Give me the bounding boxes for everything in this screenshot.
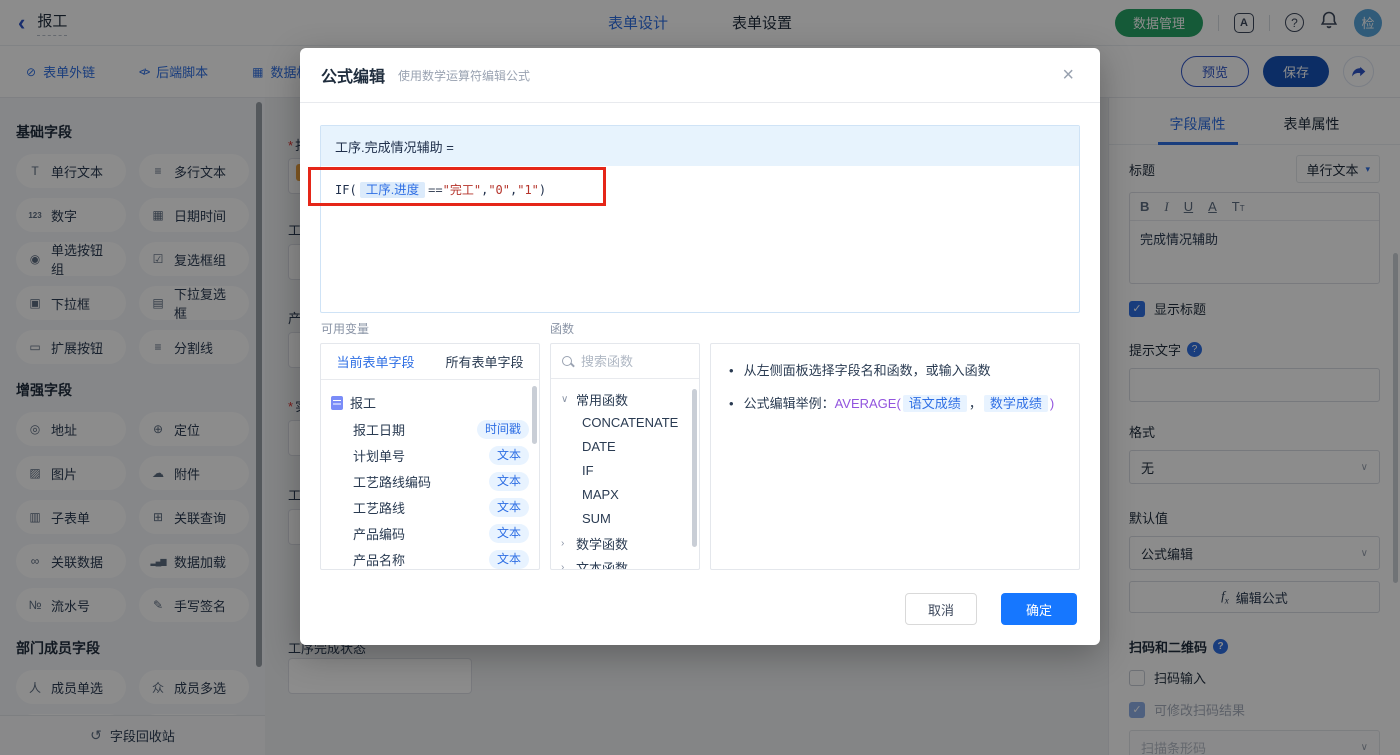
variables-tabs: 当前表单字段 所有表单字段 xyxy=(321,344,539,380)
formula-string: "1" xyxy=(517,183,539,197)
bullet-icon: • xyxy=(729,363,734,378)
function-group-common[interactable]: ∨ 常用函数 xyxy=(561,387,689,411)
help-tip-text: 公式编辑举例：AVERAGE(语文成绩，数学成绩) xyxy=(743,394,1055,414)
function-item[interactable]: MAPX xyxy=(561,483,689,507)
function-group-label: 数学函数 xyxy=(576,536,629,552)
type-badge: 文本 xyxy=(488,445,529,465)
type-badge: 时间戳 xyxy=(476,419,529,439)
variables-label: 可用变量 xyxy=(321,322,370,336)
modal-header: 公式编辑 使用数学运算符编辑公式 xyxy=(300,48,1100,103)
formula-field-chip[interactable]: 工序.进度 xyxy=(359,182,426,198)
form-name: 报工 xyxy=(350,396,377,411)
variable-name: 产品名称 xyxy=(353,552,406,568)
example-field-chip: 数学成绩 xyxy=(983,394,1048,412)
variable-row[interactable]: 报工日期 时间戳 xyxy=(331,416,529,442)
variable-name: 工艺路线编码 xyxy=(353,474,432,490)
variable-name: 工艺路线 xyxy=(353,500,406,516)
formula-input-area[interactable]: IF(工序.进度 =="完工","0","1") xyxy=(321,166,1079,211)
function-item[interactable]: CONCATENATE xyxy=(561,411,689,435)
chevron-right-icon: › xyxy=(561,561,565,570)
bullet-icon: • xyxy=(729,395,734,411)
close-icon[interactable]: × xyxy=(1062,65,1074,85)
tab-current-form-fields[interactable]: 当前表单字段 xyxy=(321,344,430,379)
search-icon xyxy=(562,356,572,366)
example-function: AVERAGE( xyxy=(834,395,901,411)
variable-name: 产品编码 xyxy=(353,526,406,542)
function-group-math[interactable]: › 数学函数 xyxy=(561,531,689,555)
modal-subtitle: 使用数学运算符编辑公式 xyxy=(398,68,531,83)
function-item[interactable]: SUM xyxy=(561,507,689,531)
function-item[interactable]: DATE xyxy=(561,435,689,459)
variable-row[interactable]: 工艺路线 文本 xyxy=(331,494,529,520)
example-paren: ) xyxy=(1049,395,1055,411)
modal-title: 公式编辑 xyxy=(321,69,386,86)
help-tip-text: 从左侧面板选择字段名和函数，或输入函数 xyxy=(743,363,991,378)
formula-string: "完工" xyxy=(442,183,482,197)
help-tip-2: • 公式编辑举例：AVERAGE(语文成绩，数学成绩) xyxy=(729,394,1061,414)
formula-edit-modal: 公式编辑 使用数学运算符编辑公式 × 工序.完成情况辅助 = IF(工序.进度 =… xyxy=(300,48,1100,645)
function-group-label: 文本函数 xyxy=(576,560,629,570)
formula-paren: ) xyxy=(538,183,547,197)
variables-tree: 报工 报工日期 时间戳 计划单号 文本 工艺路线编码 文本 工艺路线 文本 产品编码 文本… xyxy=(321,380,539,569)
function-item[interactable]: IF xyxy=(561,459,689,483)
help-tip-1: • 从左侧面板选择字段名和函数，或输入函数 xyxy=(729,361,1061,381)
form-icon xyxy=(331,395,343,410)
functions-panel: ∨ 常用函数 CONCATENATE DATE IF MAPX SUM › 数学… xyxy=(550,343,700,570)
formula-editor: 工序.完成情况辅助 = IF(工序.进度 =="完工","0","1") xyxy=(320,125,1080,313)
chevron-down-icon: ∨ xyxy=(561,393,569,405)
confirm-button[interactable]: 确定 xyxy=(1001,593,1077,625)
formula-operator: == xyxy=(428,183,443,197)
variable-name: 报工日期 xyxy=(353,422,406,438)
form-node[interactable]: 报工 xyxy=(331,389,529,416)
formula-function: IF( xyxy=(335,183,357,197)
functions-label: 函数 xyxy=(550,322,575,336)
variable-row[interactable]: 产品编码 文本 xyxy=(331,520,529,546)
chevron-right-icon: › xyxy=(561,537,565,549)
example-field-chip: 语文成绩 xyxy=(902,394,967,412)
formula-help-panel: • 从左侧面板选择字段名和函数，或输入函数 • 公式编辑举例：AVERAGE(语… xyxy=(710,343,1080,570)
function-group-label: 常用函数 xyxy=(576,392,629,408)
type-badge: 文本 xyxy=(488,471,529,491)
functions-scrollbar[interactable] xyxy=(692,389,697,547)
type-badge: 文本 xyxy=(488,523,529,543)
formula-target: 工序.完成情况辅助 = xyxy=(321,126,1079,166)
variables-panel: 当前表单字段 所有表单字段 报工 报工日期 时间戳 计划单号 文本 工艺路线编码 文本… xyxy=(320,343,540,570)
variable-row[interactable]: 产品名称 文本 xyxy=(331,546,529,569)
cancel-button[interactable]: 取消 xyxy=(905,593,977,625)
tab-all-form-fields[interactable]: 所有表单字段 xyxy=(430,344,539,379)
example-prefix: 公式编辑举例： xyxy=(743,395,835,411)
search-input[interactable] xyxy=(581,353,681,369)
function-group-text[interactable]: › 文本函数 xyxy=(561,555,689,570)
type-badge: 文本 xyxy=(488,497,529,517)
function-search xyxy=(551,344,699,379)
variables-scrollbar[interactable] xyxy=(532,386,537,444)
type-badge: 文本 xyxy=(488,549,529,569)
functions-tree: ∨ 常用函数 CONCATENATE DATE IF MAPX SUM › 数学… xyxy=(551,379,699,570)
variable-name: 计划单号 xyxy=(353,448,406,464)
formula-string: "0" xyxy=(488,183,510,197)
example-comma: ， xyxy=(968,395,982,411)
variable-row[interactable]: 计划单号 文本 xyxy=(331,442,529,468)
variable-row[interactable]: 工艺路线编码 文本 xyxy=(331,468,529,494)
